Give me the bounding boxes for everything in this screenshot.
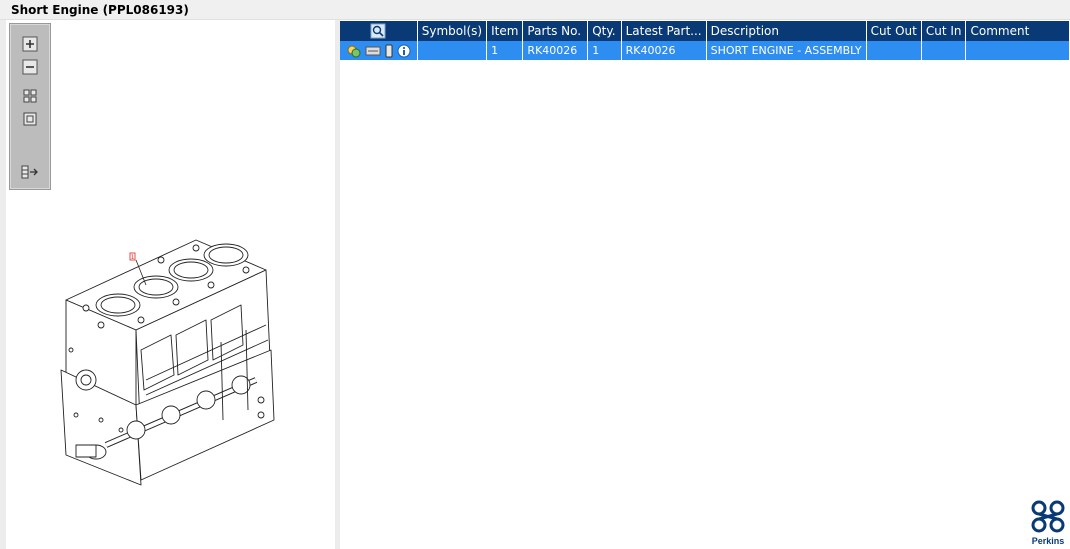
column-header-parts-no[interactable]: Parts No. bbox=[522, 21, 589, 41]
column-header-qty[interactable]: Qty. bbox=[587, 21, 622, 41]
row-latest-part-cell: RK40026 bbox=[621, 41, 707, 60]
row-icons-cell bbox=[340, 41, 418, 60]
note-icon[interactable] bbox=[384, 44, 394, 58]
column-header-comment[interactable]: Comment bbox=[965, 21, 1070, 41]
row-cut-in-cell bbox=[921, 41, 967, 60]
column-header-symbols[interactable]: Symbol(s) bbox=[417, 21, 488, 41]
table-header-row: Symbol(s) Item Parts No. Qty. Latest Par… bbox=[340, 21, 1070, 41]
parts-list-pane: Symbol(s) Item Parts No. Qty. Latest Par… bbox=[340, 20, 1070, 549]
zoom-in-icon bbox=[22, 36, 38, 52]
row-symbols-cell bbox=[417, 41, 488, 60]
fit-page-button[interactable] bbox=[19, 109, 41, 129]
row-cut-out-cell bbox=[866, 41, 922, 60]
row-description-cell: SHORT ENGINE - ASSEMBLY bbox=[706, 41, 867, 60]
brand-name: Perkins bbox=[1031, 536, 1065, 546]
column-header-item[interactable]: Item bbox=[486, 21, 524, 41]
view-toolbar bbox=[9, 23, 51, 190]
toggle-list-button[interactable] bbox=[19, 162, 41, 182]
fit-all-icon bbox=[23, 89, 37, 103]
search-parts-icon bbox=[370, 23, 386, 39]
perkins-logo-icon bbox=[1031, 500, 1065, 533]
row-comment-cell bbox=[965, 41, 1070, 60]
parts-table: Symbol(s) Item Parts No. Qty. Latest Par… bbox=[340, 21, 1070, 60]
row-item-cell: 1 bbox=[486, 41, 524, 60]
window-title: Short Engine (PPL086193) bbox=[11, 3, 189, 17]
zoom-out-icon bbox=[22, 59, 38, 75]
column-header-cut-in[interactable]: Cut In bbox=[921, 21, 967, 41]
fit-page-icon bbox=[23, 112, 37, 126]
column-header-icons[interactable] bbox=[340, 21, 418, 41]
illustration-pane[interactable]: 1 bbox=[6, 20, 335, 549]
window-titlebar: Short Engine (PPL086193) bbox=[0, 0, 1070, 20]
zoom-in-button[interactable] bbox=[19, 34, 41, 54]
toggle-list-icon bbox=[21, 165, 38, 179]
fit-all-button[interactable] bbox=[19, 86, 41, 106]
row-qty-cell: 1 bbox=[587, 41, 622, 60]
add-to-list-icon[interactable] bbox=[346, 44, 362, 58]
callout-label: 1 bbox=[131, 254, 135, 261]
zoom-out-button[interactable] bbox=[19, 57, 41, 77]
column-header-description[interactable]: Description bbox=[706, 21, 867, 41]
table-row[interactable]: 1 RK40026 1 RK40026 SHORT ENGINE - ASSEM… bbox=[340, 41, 1070, 60]
info-icon[interactable] bbox=[397, 44, 411, 58]
perkins-logo: Perkins bbox=[1028, 499, 1068, 547]
column-header-cut-out[interactable]: Cut Out bbox=[866, 21, 922, 41]
row-parts-no-cell: RK40026 bbox=[522, 41, 589, 60]
parts-text-icon[interactable] bbox=[365, 44, 381, 58]
column-header-latest-part[interactable]: Latest Part... bbox=[621, 21, 707, 41]
short-engine-drawing[interactable]: 1 bbox=[46, 230, 286, 505]
